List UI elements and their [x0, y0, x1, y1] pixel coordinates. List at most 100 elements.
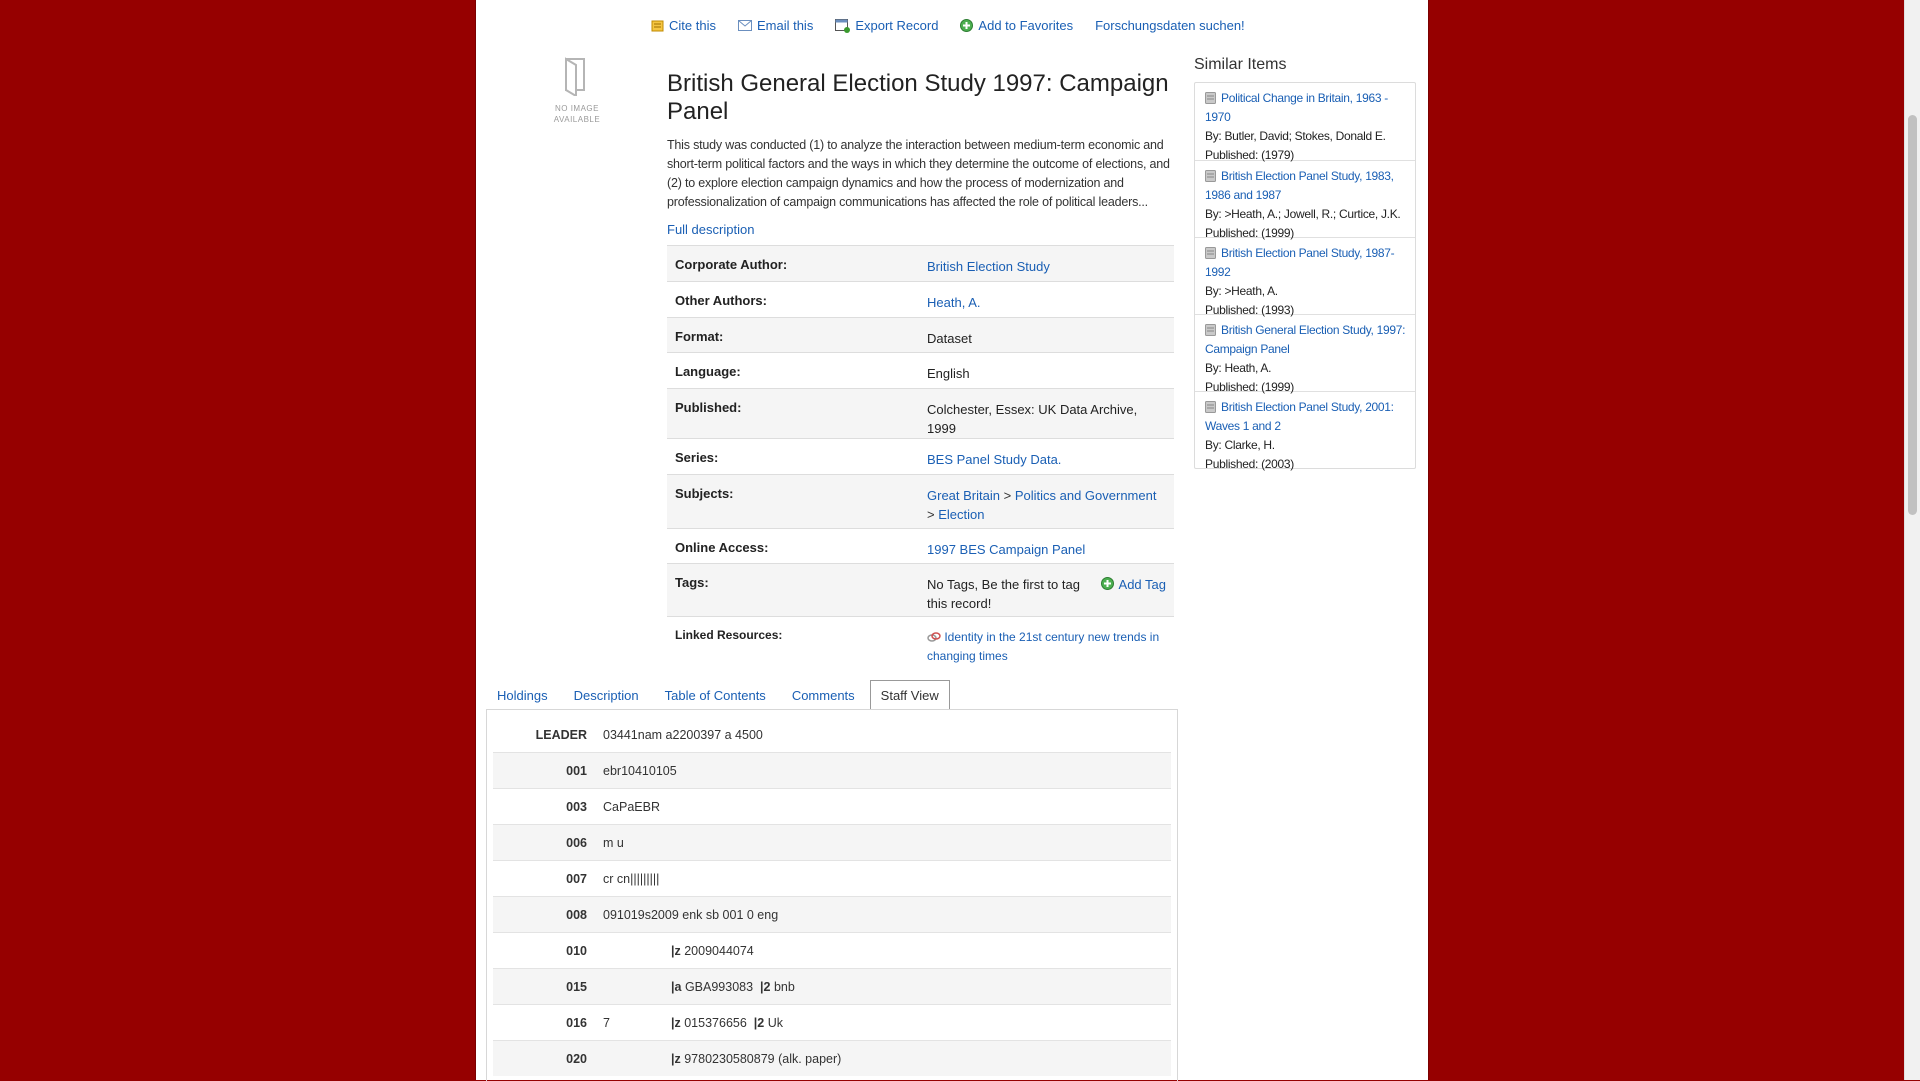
- other-authors-link[interactable]: Heath, A.: [927, 295, 980, 310]
- marc-tag: 008: [493, 896, 603, 933]
- detail-row: Subjects: Great Britain > Politics and G…: [667, 474, 1174, 529]
- marc-subfield-value: 2009044074: [684, 943, 754, 958]
- marc-row: 006 m u: [493, 824, 1171, 861]
- cite-this-link[interactable]: Cite this: [651, 18, 716, 33]
- similar-items-heading: Similar Items: [1194, 56, 1287, 73]
- language-label: Language:: [667, 352, 919, 389]
- marc-subfield-code: |z: [671, 943, 681, 958]
- marc-subfield-code: |2: [753, 1015, 765, 1030]
- similar-item: Political Change in Britain, 1963 - 1970…: [1195, 83, 1415, 162]
- marc-row: 003 CaPaEBR: [493, 788, 1171, 825]
- similar-item-link[interactable]: British General Election Study, 1997: Ca…: [1205, 323, 1405, 356]
- detail-row: Language: English: [667, 352, 1174, 389]
- marc-indicator: [603, 968, 671, 1005]
- page-container: Cite this Email this Export Record Add t…: [475, 0, 1429, 1081]
- similar-item-link[interactable]: British Election Panel Study, 1987-1992: [1205, 246, 1395, 279]
- marc-subfield-code: |a: [671, 979, 682, 994]
- record-title: British General Election Study 1997: Cam…: [667, 70, 1169, 125]
- add-tag-icon: [1100, 577, 1114, 590]
- add-favorite-icon: [960, 19, 974, 32]
- subject-link-politics[interactable]: Politics and Government: [1015, 488, 1157, 503]
- full-description-link[interactable]: Full description: [667, 222, 1174, 237]
- corporate-author-link[interactable]: British Election Study: [927, 259, 1050, 274]
- published-value: Colchester, Essex: UK Data Archive, 1999: [919, 388, 1174, 439]
- marc-tag: 015: [493, 968, 603, 1005]
- add-tag-label: Add Tag: [1118, 577, 1166, 592]
- record-toolbar: Cite this Email this Export Record Add t…: [651, 18, 1267, 33]
- subject-link-great-britain[interactable]: Great Britain: [927, 488, 1000, 503]
- series-label: Series:: [667, 438, 919, 475]
- online-access-label: Online Access:: [667, 528, 919, 564]
- tab-staff-view[interactable]: Staff View: [869, 680, 950, 710]
- similar-item: British General Election Study, 1997: Ca…: [1195, 314, 1415, 394]
- similar-item-link[interactable]: British Election Panel Study, 2001: Wave…: [1205, 400, 1394, 433]
- marc-subfield-value: GBA993083: [684, 979, 754, 994]
- detail-row: Series: BES Panel Study Data.: [667, 438, 1174, 475]
- marc-content: ebr10410105: [603, 752, 1171, 789]
- marc-row: 015 |a GBA993083 |2 bnb: [493, 968, 1171, 1005]
- page-scrollbar[interactable]: [1904, 0, 1920, 1080]
- add-to-favorites-link[interactable]: Add to Favorites: [960, 18, 1073, 33]
- marc-content: 03441nam a2200397 a 4500: [603, 727, 763, 742]
- marc-subfield-value: 9780230580879 (alk. paper): [684, 1051, 842, 1066]
- staff-view-panel: LEADER 03441nam a2200397 a 4500 001 ebr1041…: [486, 709, 1178, 1081]
- similar-item-author: By: >Heath, A.; Jowell, R.; Curtice, J.K…: [1205, 207, 1401, 221]
- series-link[interactable]: BES Panel Study Data.: [927, 452, 1061, 467]
- marc-tag: 003: [493, 788, 603, 825]
- export-record-link[interactable]: Export Record: [835, 18, 938, 33]
- online-access-link[interactable]: 1997 BES Campaign Panel: [927, 542, 1085, 557]
- forschungsdaten-link[interactable]: Forschungsdaten suchen!: [1095, 18, 1245, 33]
- database-icon: [1205, 401, 1216, 413]
- marc-row: 001 ebr10410105: [493, 752, 1171, 789]
- cite-icon: [651, 20, 664, 32]
- marc-row: 007 cr cn|||||||||: [493, 860, 1171, 897]
- marc-subfields: |a GBA993083 |2 bnb: [671, 968, 1171, 1005]
- tab-table-of-contents[interactable]: Table of Contents: [654, 680, 777, 710]
- marc-table: LEADER 03441nam a2200397 a 4500 001 ebr1041…: [493, 717, 1171, 1076]
- marc-indicator: [603, 1040, 671, 1076]
- similar-item: British Election Panel Study, 1987-1992 B…: [1195, 237, 1415, 317]
- similar-item-title-row: Political Change in Britain, 1963 - 1970: [1205, 89, 1407, 127]
- similar-item: British Election Panel Study, 1983, 1986…: [1195, 160, 1415, 240]
- marc-row: 010 |z 2009044074: [493, 932, 1171, 969]
- subjects-label: Subjects:: [667, 474, 919, 529]
- similar-item-link[interactable]: British Election Panel Study, 1983, 1986…: [1205, 169, 1394, 202]
- marc-subfields: |z 015376656 |2 Uk: [671, 1004, 1171, 1041]
- database-icon: [1205, 324, 1216, 336]
- similar-items-sidebar: Similar Items Political Change in Britai…: [1194, 56, 1416, 471]
- marc-tag: 006: [493, 824, 603, 861]
- email-this-label: Email this: [756, 18, 814, 33]
- no-image-line1: NO IMAGE: [554, 104, 599, 113]
- database-icon: [1205, 247, 1216, 259]
- database-icon: [1205, 92, 1216, 104]
- marc-content: CaPaEBR: [603, 788, 1171, 825]
- email-this-link[interactable]: Email this: [737, 18, 814, 33]
- add-tag-link[interactable]: Add Tag: [1100, 575, 1166, 613]
- similar-item-link[interactable]: Political Change in Britain, 1963 - 1970: [1205, 91, 1388, 124]
- tags-cell: No Tags, Be the first to tag this record…: [927, 575, 1166, 613]
- database-icon: [1205, 170, 1216, 182]
- format-value: Dataset: [919, 317, 1174, 353]
- similar-item-title-row: British Election Panel Study, 2001: Wave…: [1205, 398, 1407, 436]
- tab-comments[interactable]: Comments: [781, 680, 866, 710]
- detail-row: Published: Colchester, Essex: UK Data Ar…: [667, 388, 1174, 439]
- published-label: Published:: [667, 388, 919, 439]
- tab-description[interactable]: Description: [563, 680, 650, 710]
- format-label: Format:: [667, 317, 919, 353]
- scrollbar-thumb[interactable]: [1908, 115, 1917, 515]
- tab-holdings[interactable]: Holdings: [486, 680, 559, 710]
- marc-row: 016 7 |z 015376656 |2 Uk: [493, 1004, 1171, 1041]
- marc-row: 008 091019s2009 enk sb 001 0 eng: [493, 896, 1171, 933]
- export-icon: [835, 18, 851, 33]
- similar-item-title-row: British Election Panel Study, 1983, 1986…: [1205, 167, 1407, 205]
- marc-tag: 016: [493, 1004, 603, 1041]
- similar-item-author: By: Clarke, H.: [1205, 438, 1275, 452]
- marc-subfield-code: |z: [671, 1015, 681, 1030]
- linked-resource-link[interactable]: Identity in the 21st century new trends …: [927, 630, 1159, 663]
- marc-subfield-value: bnb: [773, 979, 795, 994]
- linked-resources-label: Linked Resources:: [667, 616, 919, 671]
- subject-link-election[interactable]: Election: [938, 507, 984, 522]
- marc-content: m u: [603, 824, 1171, 861]
- similar-item-author: By: Heath, A.: [1205, 361, 1272, 375]
- record-summary: This study was conducted (1) to analyze …: [667, 138, 1170, 209]
